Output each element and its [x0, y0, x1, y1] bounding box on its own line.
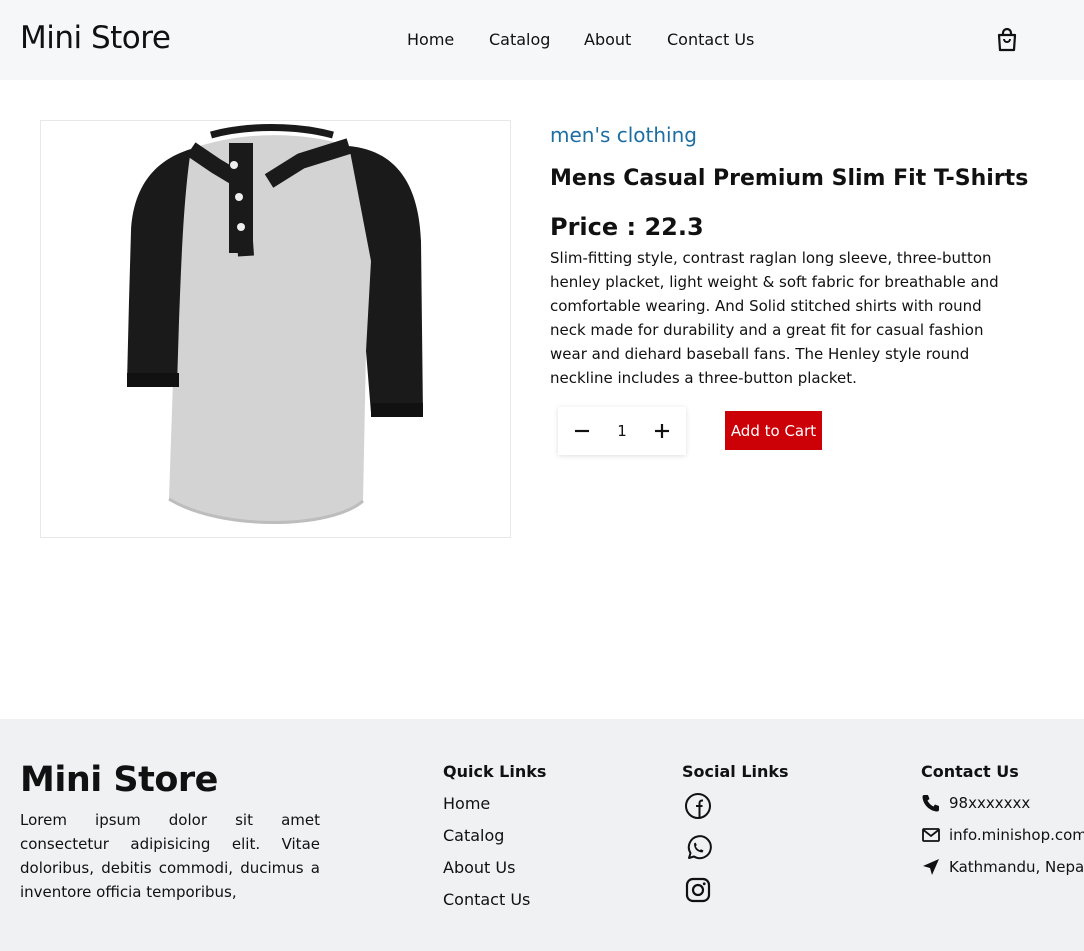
quantity-stepper: 1: [558, 407, 686, 455]
contact-email[interactable]: info.minishop.com: [949, 826, 1084, 844]
social-links-heading: Social Links: [682, 762, 789, 781]
mail-icon: [922, 828, 940, 842]
product-title: Mens Casual Premium Slim Fit T-Shirts: [550, 166, 1029, 191]
facebook-icon[interactable]: [684, 792, 712, 820]
footer-link-catalog[interactable]: Catalog: [443, 826, 504, 845]
footer-logo: Mini Store: [20, 760, 218, 800]
site-footer: Mini Store Lorem ipsum dolor sit amet co…: [0, 719, 1084, 951]
contact-location: Kathmandu, Nepal: [949, 858, 1084, 876]
minus-icon[interactable]: [570, 419, 594, 443]
nav-catalog[interactable]: Catalog: [489, 30, 550, 49]
contact-phone[interactable]: 98xxxxxxx: [949, 794, 1030, 812]
product-description: Slim-fitting style, contrast raglan long…: [550, 249, 999, 387]
quick-links-heading: Quick Links: [443, 762, 547, 781]
site-logo[interactable]: Mini Store: [20, 20, 171, 56]
site-header: Mini Store Home Catalog About Contact Us: [0, 0, 1084, 80]
contact-heading: Contact Us: [921, 762, 1019, 781]
plus-icon[interactable]: [650, 419, 674, 443]
footer-link-home[interactable]: Home: [443, 794, 490, 813]
product-category[interactable]: men's clothing: [550, 123, 697, 147]
nav-about[interactable]: About: [584, 30, 631, 49]
footer-about-text: Lorem ipsum dolor sit amet consectetur a…: [20, 811, 320, 901]
product-price: Price : 22.3: [550, 213, 704, 241]
nav-contact-us[interactable]: Contact Us: [667, 30, 754, 49]
instagram-icon[interactable]: [684, 876, 712, 904]
phone-icon: [922, 795, 939, 812]
quantity-value: 1: [617, 422, 627, 440]
product-image: [40, 120, 511, 538]
footer-link-about-us[interactable]: About Us: [443, 858, 515, 877]
whatsapp-icon[interactable]: [684, 834, 712, 862]
nav-home[interactable]: Home: [407, 30, 454, 49]
location-arrow-icon: [923, 859, 939, 875]
footer-link-contact-us[interactable]: Contact Us: [443, 890, 530, 909]
shopping-bag-icon[interactable]: [994, 27, 1020, 53]
henley-shirt-illustration: [127, 124, 423, 524]
add-to-cart-button[interactable]: Add to Cart: [725, 411, 822, 450]
